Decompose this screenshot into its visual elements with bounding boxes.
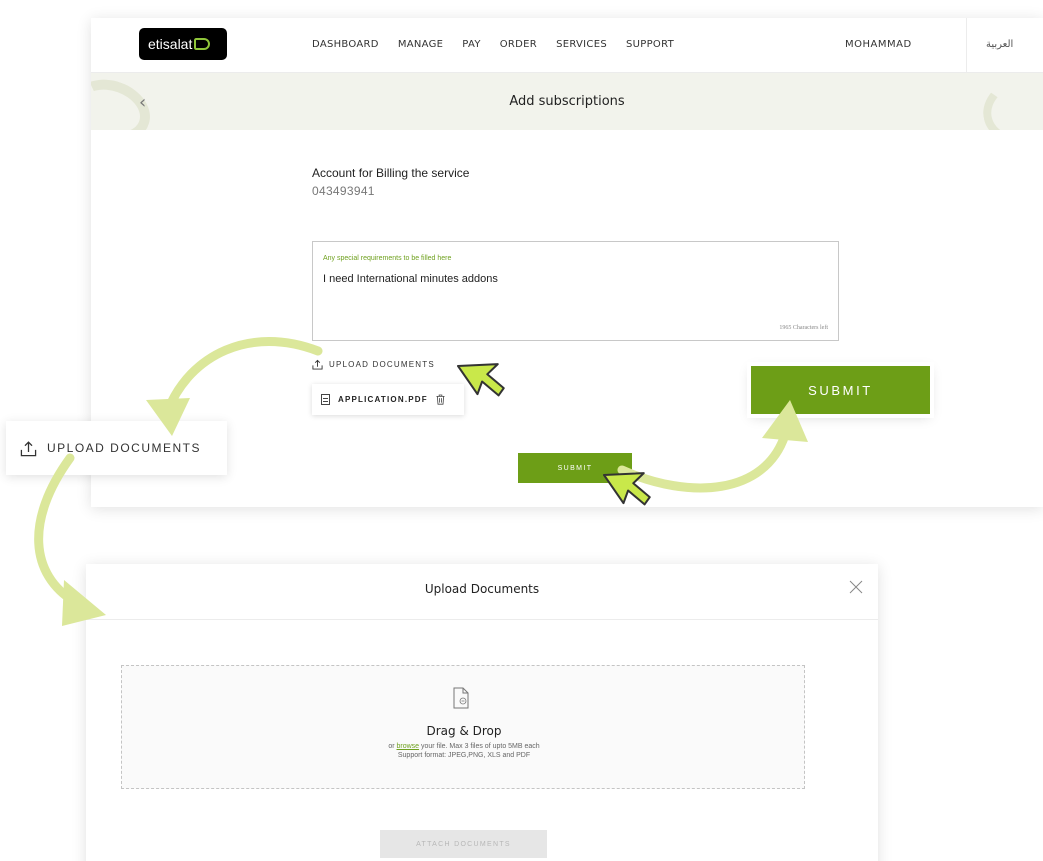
drop-instructions: or browse your file. Max 3 files of upto… (122, 743, 806, 750)
character-counter: 1965 Characters left (779, 325, 828, 331)
upload-documents-link[interactable]: UPLOAD DOCUMENTS (312, 359, 435, 370)
trash-icon[interactable] (436, 394, 445, 405)
page-title: Add subscriptions (509, 94, 625, 109)
account-label: Account for Billing the service (312, 166, 470, 180)
attach-documents-button[interactable]: ATTACH DOCUMENTS (380, 830, 547, 858)
upload-icon (20, 440, 37, 456)
language-switch[interactable]: العربية (986, 39, 1013, 50)
main-menu: DASHBOARD MANAGE PAY ORDER SERVICES SUPP… (312, 39, 674, 50)
main-card: etisalat DASHBOARD MANAGE PAY ORDER SERV… (91, 18, 1043, 507)
file-name: APPLICATION.PDF (338, 395, 428, 404)
supported-formats: Support format: JPEG,PNG, XLS and PDF (397, 752, 531, 759)
menu-pay[interactable]: PAY (462, 39, 480, 50)
requirements-label: Any special requirements to be filled he… (323, 255, 452, 262)
title-bar: ‹ Add subscriptions (91, 73, 1043, 130)
menu-services[interactable]: SERVICES (556, 39, 607, 50)
drop-suffix: your file. Max 3 files of upto 5MB each (419, 743, 540, 750)
account-value: 043493941 (312, 184, 375, 198)
file-icon (321, 394, 330, 405)
drop-zone[interactable]: Drag & Drop or browse your file. Max 3 f… (121, 665, 805, 789)
menu-manage[interactable]: MANAGE (398, 39, 443, 50)
user-name[interactable]: MOHAMMAD (845, 39, 912, 50)
modal-title: Upload Documents (424, 582, 540, 596)
upload-documents-modal: Upload Documents Drag & Drop or browse y… (86, 564, 878, 861)
stage: etisalat DASHBOARD MANAGE PAY ORDER SERV… (0, 0, 1043, 861)
menu-order[interactable]: ORDER (500, 39, 537, 50)
upload-icon (312, 359, 323, 370)
submit-button[interactable]: SUBMIT (518, 453, 632, 483)
requirements-textarea[interactable]: Any special requirements to be filled he… (312, 241, 839, 341)
menu-dashboard[interactable]: DASHBOARD (312, 39, 379, 50)
submit-callout-button[interactable]: SUBMIT (751, 366, 930, 414)
browse-link[interactable]: browse (396, 743, 419, 750)
requirements-value: I need International minutes addons (323, 273, 498, 285)
menu-support[interactable]: SUPPORT (626, 39, 674, 50)
etisalat-logo[interactable]: etisalat (139, 28, 227, 60)
logo-text: etisalat (148, 36, 193, 52)
top-nav: etisalat DASHBOARD MANAGE PAY ORDER SERV… (91, 18, 1043, 73)
logo-mark-icon (194, 38, 211, 50)
nav-divider (966, 18, 967, 73)
close-icon[interactable] (848, 579, 864, 595)
arrow-to-modal (34, 453, 80, 607)
upload-documents-label: UPLOAD DOCUMENTS (329, 360, 435, 369)
uploaded-file-chip: APPLICATION.PDF (312, 384, 464, 415)
document-icon (453, 687, 469, 709)
upload-documents-callout[interactable]: UPLOAD DOCUMENTS (6, 421, 227, 475)
modal-header: Upload Documents (86, 564, 878, 620)
drop-title: Drag & Drop (426, 724, 502, 738)
upload-callout-label: UPLOAD DOCUMENTS (47, 441, 202, 455)
